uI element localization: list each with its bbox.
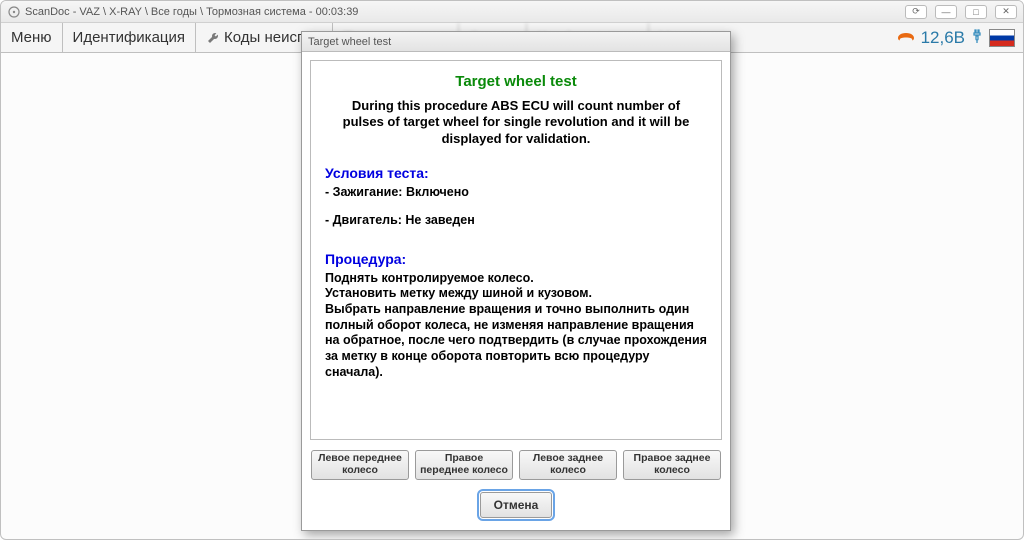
close-button[interactable]: ✕ xyxy=(995,5,1017,19)
cancel-button[interactable]: Отмена xyxy=(480,492,552,518)
procedure-text: Поднять контролируемое колесо. Установит… xyxy=(325,271,707,380)
rear-right-wheel-button[interactable]: Правое заднее колесо xyxy=(623,450,721,480)
content-heading: Target wheel test xyxy=(325,73,707,90)
dialog-titlebar: Target wheel test xyxy=(302,32,730,52)
window-title: ScanDoc - VAZ \ X-RAY \ Все годы \ Тормо… xyxy=(25,6,358,18)
flag-ru-icon[interactable] xyxy=(989,29,1015,47)
wheel-button-row: Левое переднее колесо Правое переднее ко… xyxy=(310,450,722,480)
rear-left-wheel-button[interactable]: Левое заднее колесо xyxy=(519,450,617,480)
plug-icon xyxy=(971,29,983,46)
condition-engine: - Двигатель: Не заведен xyxy=(325,213,707,227)
front-left-wheel-button[interactable]: Левое переднее колесо xyxy=(311,450,409,480)
condition-ignition: - Зажигание: Включено xyxy=(325,185,707,199)
conditions-heading: Условия теста: xyxy=(325,165,707,181)
toolbar-status: 12,6В xyxy=(889,23,1023,52)
front-right-wheel-button[interactable]: Правое переднее колесо xyxy=(415,450,513,480)
content-intro: During this procedure ABS ECU will count… xyxy=(335,98,697,147)
voltage-readout: 12,6В xyxy=(921,28,965,48)
app-window: ScanDoc - VAZ \ X-RAY \ Все годы \ Тормо… xyxy=(0,0,1024,540)
identification-tab[interactable]: Идентификация xyxy=(63,23,196,52)
target-wheel-test-dialog: Target wheel test Target wheel test Duri… xyxy=(301,31,731,531)
titlebar: ScanDoc - VAZ \ X-RAY \ Все годы \ Тормо… xyxy=(1,1,1023,23)
minimize-button[interactable]: — xyxy=(935,5,957,19)
dialog-title: Target wheel test xyxy=(308,36,391,48)
maximize-button[interactable]: □ xyxy=(965,5,987,19)
dialog-body: Target wheel test During this procedure … xyxy=(302,52,730,530)
menu-button[interactable]: Меню xyxy=(1,23,63,52)
procedure-heading: Процедура: xyxy=(325,251,707,267)
wrench-icon xyxy=(206,31,220,45)
phone-icon xyxy=(897,30,915,46)
link-button[interactable]: ⟳ xyxy=(905,5,927,19)
dialog-content-frame: Target wheel test During this procedure … xyxy=(310,60,722,440)
app-icon xyxy=(7,5,21,19)
window-controls: ⟳ — □ ✕ xyxy=(905,5,1017,19)
